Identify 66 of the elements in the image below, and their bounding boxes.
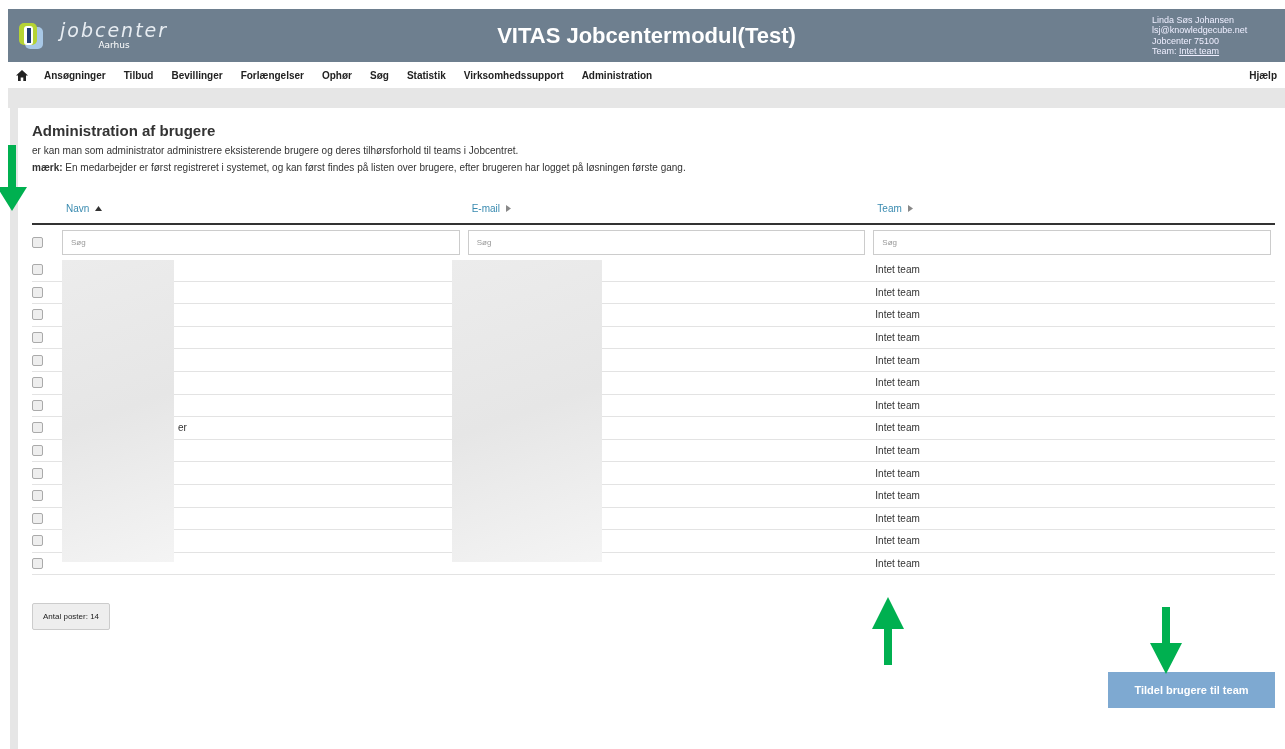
user-name: Linda Søs Johansen (1152, 14, 1236, 25)
help-link[interactable]: Hjælp (1249, 69, 1277, 81)
logo-subtitle: Aarhus (98, 40, 130, 51)
row-checkbox[interactable] (32, 535, 43, 547)
row-checkbox[interactable] (32, 354, 43, 366)
team-link[interactable]: Intet team (1179, 46, 1220, 56)
table-cell-text: Intet team (874, 332, 920, 344)
down-arrow-icon (1150, 607, 1182, 674)
table-cell-text: Intet team (874, 399, 920, 411)
table-cell-text: Intet team (874, 286, 920, 298)
down-arrow-icon (0, 145, 27, 211)
sort-icon[interactable] (506, 205, 511, 212)
row-checkbox[interactable] (32, 558, 43, 569)
user-email: lsj@knowledgecube.net (1152, 25, 1249, 36)
row-checkbox[interactable] (32, 422, 43, 434)
table-cell-text: Intet team (874, 264, 920, 276)
sort-icon[interactable] (907, 205, 913, 212)
team-label: Team: (1152, 46, 1177, 56)
sort-ascending-icon[interactable] (95, 206, 103, 211)
nav-item[interactable]: Virksomhedssupport (463, 69, 564, 81)
nav-item[interactable]: Statistik (406, 69, 446, 81)
row-checkbox[interactable] (32, 264, 43, 276)
up-arrow-icon (872, 597, 904, 665)
table-cell-text: Intet team (874, 309, 920, 321)
row-checkbox[interactable] (32, 399, 43, 411)
nav-item[interactable]: Administration (581, 69, 653, 81)
table-cell-text: Intet team (874, 558, 920, 569)
note-text: mærk: En medarbejder er først registreret i systemet, og kan først findes på listen over brugere, efter brugeren har logget på løsningen første gang. (32, 162, 687, 173)
page-title: Administration af brugere (32, 122, 217, 139)
table-cell-text: Intet team (874, 535, 920, 547)
row-checkbox[interactable] (32, 445, 43, 457)
table-cell-text: Intet team (874, 467, 920, 479)
record-count-button[interactable]: Antal poster: 14 (32, 603, 111, 631)
row-checkbox[interactable] (32, 490, 43, 502)
row-checkbox[interactable] (32, 286, 43, 298)
table-cell-text: Intet team (874, 377, 920, 389)
table-cell: er (178, 422, 187, 434)
table-cell-text: Intet team (874, 490, 920, 502)
nav-item[interactable]: Tilbud (123, 69, 154, 81)
row-checkbox[interactable] (32, 332, 43, 344)
user-office: Jobcenter 75100 (1152, 35, 1221, 46)
home-icon[interactable] (16, 69, 28, 81)
nav-item[interactable]: Søg (370, 69, 389, 81)
nav-item[interactable]: Bevillinger (171, 69, 223, 81)
intro-text: er kan man som administrator administrere eksisterende brugere og deres tilhørsforhold til teams i Jobcentret. (32, 145, 520, 156)
row-checkbox[interactable] (32, 512, 43, 524)
column-header[interactable]: E-mail (467, 203, 500, 214)
row-checkbox[interactable] (32, 467, 43, 479)
filter-field[interactable]: Søg (62, 229, 460, 255)
app-title: VITAS Jobcentermodul(Test) (497, 22, 796, 49)
column-header[interactable]: Team (873, 203, 902, 214)
table-cell-text: Intet team (874, 445, 920, 457)
logo-text: jobcenter (60, 20, 169, 40)
table-cell-text: Intet team (874, 512, 920, 524)
logo-icon (18, 21, 44, 50)
filter-field[interactable]: Søg (467, 229, 866, 255)
nav-item[interactable]: Forlængelser (240, 69, 304, 81)
row-checkbox[interactable] (32, 377, 43, 389)
column-header[interactable]: Navn (62, 203, 90, 214)
nav-item[interactable]: Ophør (322, 69, 352, 81)
nav-item[interactable]: Ansøgninger (44, 69, 106, 81)
table-cell-text: Intet team (874, 354, 920, 366)
row-checkbox[interactable] (32, 309, 43, 321)
table-cell-text: Intet team (874, 422, 920, 434)
select-all-checkbox[interactable] (32, 236, 43, 248)
filter-field[interactable]: Søg (873, 229, 1271, 255)
